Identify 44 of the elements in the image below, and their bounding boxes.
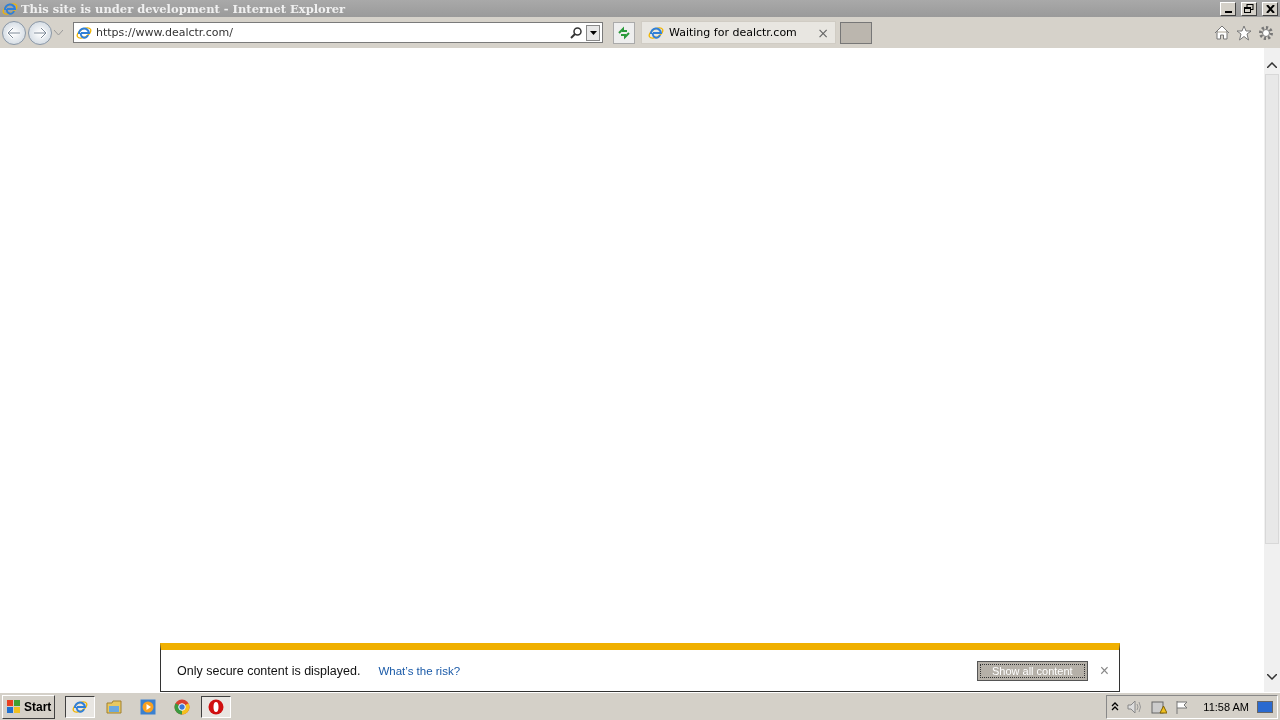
down-chevron-icon bbox=[1267, 674, 1277, 680]
ie-logo-icon bbox=[2, 0, 18, 17]
chevron-icon[interactable] bbox=[1111, 702, 1120, 711]
speaker-icon[interactable] bbox=[1127, 699, 1144, 714]
ie-logo-icon bbox=[76, 24, 92, 41]
show-desktop-icon[interactable] bbox=[1257, 700, 1273, 713]
settings-icon[interactable] bbox=[1258, 24, 1274, 41]
network-warning-icon[interactable] bbox=[1151, 699, 1168, 714]
risk-link[interactable]: What’s the risk? bbox=[378, 664, 461, 677]
new-tab-button[interactable] bbox=[840, 21, 872, 44]
ie-logo-icon bbox=[648, 24, 664, 41]
close-button[interactable]: × bbox=[1099, 661, 1109, 680]
up-chevron-icon bbox=[1267, 62, 1277, 68]
logo-icon bbox=[6, 699, 22, 714]
refresh-icon bbox=[617, 25, 631, 40]
dropdown-button[interactable] bbox=[586, 24, 600, 41]
star-icon[interactable] bbox=[1236, 24, 1252, 41]
close-button[interactable] bbox=[1262, 1, 1278, 16]
search-icon[interactable] bbox=[570, 26, 582, 39]
back-button[interactable] bbox=[2, 20, 26, 45]
opera-icon[interactable] bbox=[208, 698, 225, 715]
refresh-button[interactable] bbox=[613, 21, 635, 44]
flag-icon[interactable] bbox=[1175, 699, 1190, 714]
left-arrow-icon bbox=[7, 26, 21, 39]
tab-close-button[interactable]: × bbox=[817, 24, 829, 41]
start-button[interactable]: Start bbox=[2, 694, 56, 719]
window-title: This site is under development - Internet Explorer bbox=[21, 1, 347, 16]
home-icon[interactable] bbox=[1214, 25, 1230, 40]
browser-tab[interactable]: Waiting for dealctr.com × bbox=[641, 21, 836, 44]
notification-message: Only secure content is displayed. bbox=[177, 663, 361, 678]
right-arrow-icon bbox=[33, 26, 47, 39]
minimize-button[interactable] bbox=[1220, 1, 1236, 16]
caret-icon bbox=[589, 30, 597, 35]
chrome-icon[interactable] bbox=[174, 698, 191, 715]
ie-icon[interactable] bbox=[72, 698, 89, 715]
restore-button[interactable] bbox=[1241, 1, 1257, 16]
address-field[interactable]: https://www.dealctr.com/ bbox=[73, 22, 603, 43]
clock[interactable]: 11:58 AM bbox=[1203, 700, 1249, 713]
play-icon[interactable] bbox=[140, 698, 157, 715]
close-icon bbox=[1265, 4, 1275, 13]
restore-icon bbox=[1244, 4, 1254, 13]
minimize-icon bbox=[1224, 10, 1232, 13]
scrollbar[interactable] bbox=[1264, 48, 1280, 692]
forward-button[interactable] bbox=[28, 20, 52, 45]
